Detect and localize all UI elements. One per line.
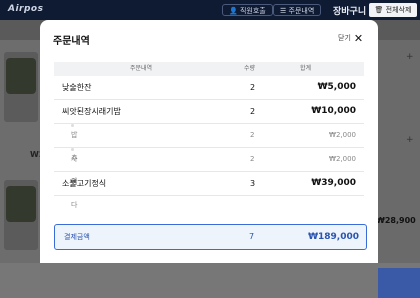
- top-bar: Airpos 👤 직원호출 ☰ 주문내역 장바구니 🗑 전체삭제: [0, 0, 420, 20]
- option-total: ₩2,000: [329, 155, 356, 163]
- column-qty: 수량: [244, 65, 256, 72]
- option-qty: 2: [250, 131, 255, 139]
- option-total: ₩2,000: [329, 131, 356, 139]
- item-total: ₩39,000: [311, 178, 356, 188]
- cart-total: ₩28,900: [376, 216, 416, 225]
- table-row: 소불고기정식 3 ₩39,000: [54, 172, 364, 196]
- table-row: 낮술한잔 2 ₩5,000: [54, 76, 364, 100]
- option-qty: 2: [250, 155, 255, 163]
- payment-label: 결제금액: [64, 233, 90, 241]
- payment-qty: 7: [249, 232, 255, 241]
- table-header: 주문내역 수량 합계: [54, 62, 364, 76]
- item-qty: 2: [250, 83, 256, 92]
- item-name: 소불고기정식: [62, 179, 107, 188]
- payment-amount: ₩189,000: [308, 232, 359, 242]
- close-icon: ✕: [353, 31, 364, 45]
- clear-all-label: 전체삭제: [385, 6, 412, 14]
- staff-call-label: 직원호출: [239, 7, 266, 15]
- table-row-option: 밥추가 2 ₩2,000: [54, 124, 364, 185]
- item-total: ₩5,000: [317, 82, 356, 92]
- order-history-label: 주문내역: [288, 7, 315, 15]
- menu-background: W2: [0, 40, 44, 263]
- item-name: 낮술한잔: [62, 83, 92, 92]
- clear-all-button[interactable]: 🗑 전체삭제: [369, 3, 417, 17]
- cart-background: + + ₩28,900: [376, 40, 420, 298]
- table-row-option: 사이다 2 ₩2,000: [54, 148, 364, 209]
- plus-icon[interactable]: +: [406, 135, 414, 145]
- close-label: 닫기: [338, 34, 351, 42]
- order-button[interactable]: [378, 268, 420, 298]
- food-image: [6, 58, 36, 94]
- column-item: 주문내역: [130, 65, 153, 72]
- column-total: 합계: [300, 65, 312, 72]
- item-total: ₩10,000: [311, 106, 356, 116]
- plus-icon[interactable]: +: [406, 52, 414, 62]
- food-image: [6, 186, 36, 222]
- item-name: 씨앗된장시래기밥: [62, 107, 121, 116]
- staff-call-button[interactable]: 👤 직원호출: [222, 4, 273, 16]
- table-row: 씨앗된장시래기밥 2 ₩10,000: [54, 100, 364, 124]
- order-history-modal: 주문내역 닫기 ✕ 주문내역 수량 합계 낮술한잔 2 ₩5,000 씨앗된장시…: [40, 20, 378, 263]
- item-qty: 3: [250, 179, 256, 188]
- close-button[interactable]: 닫기 ✕: [338, 31, 364, 45]
- modal-title: 주문내역: [53, 36, 90, 47]
- order-history-button[interactable]: ☰ 주문내역: [273, 4, 322, 16]
- cart-title: 장바구니: [333, 7, 367, 17]
- app-logo: Airpos: [8, 4, 44, 14]
- payment-summary: 결제금액 7 ₩189,000: [54, 224, 367, 250]
- item-qty: 2: [250, 107, 256, 116]
